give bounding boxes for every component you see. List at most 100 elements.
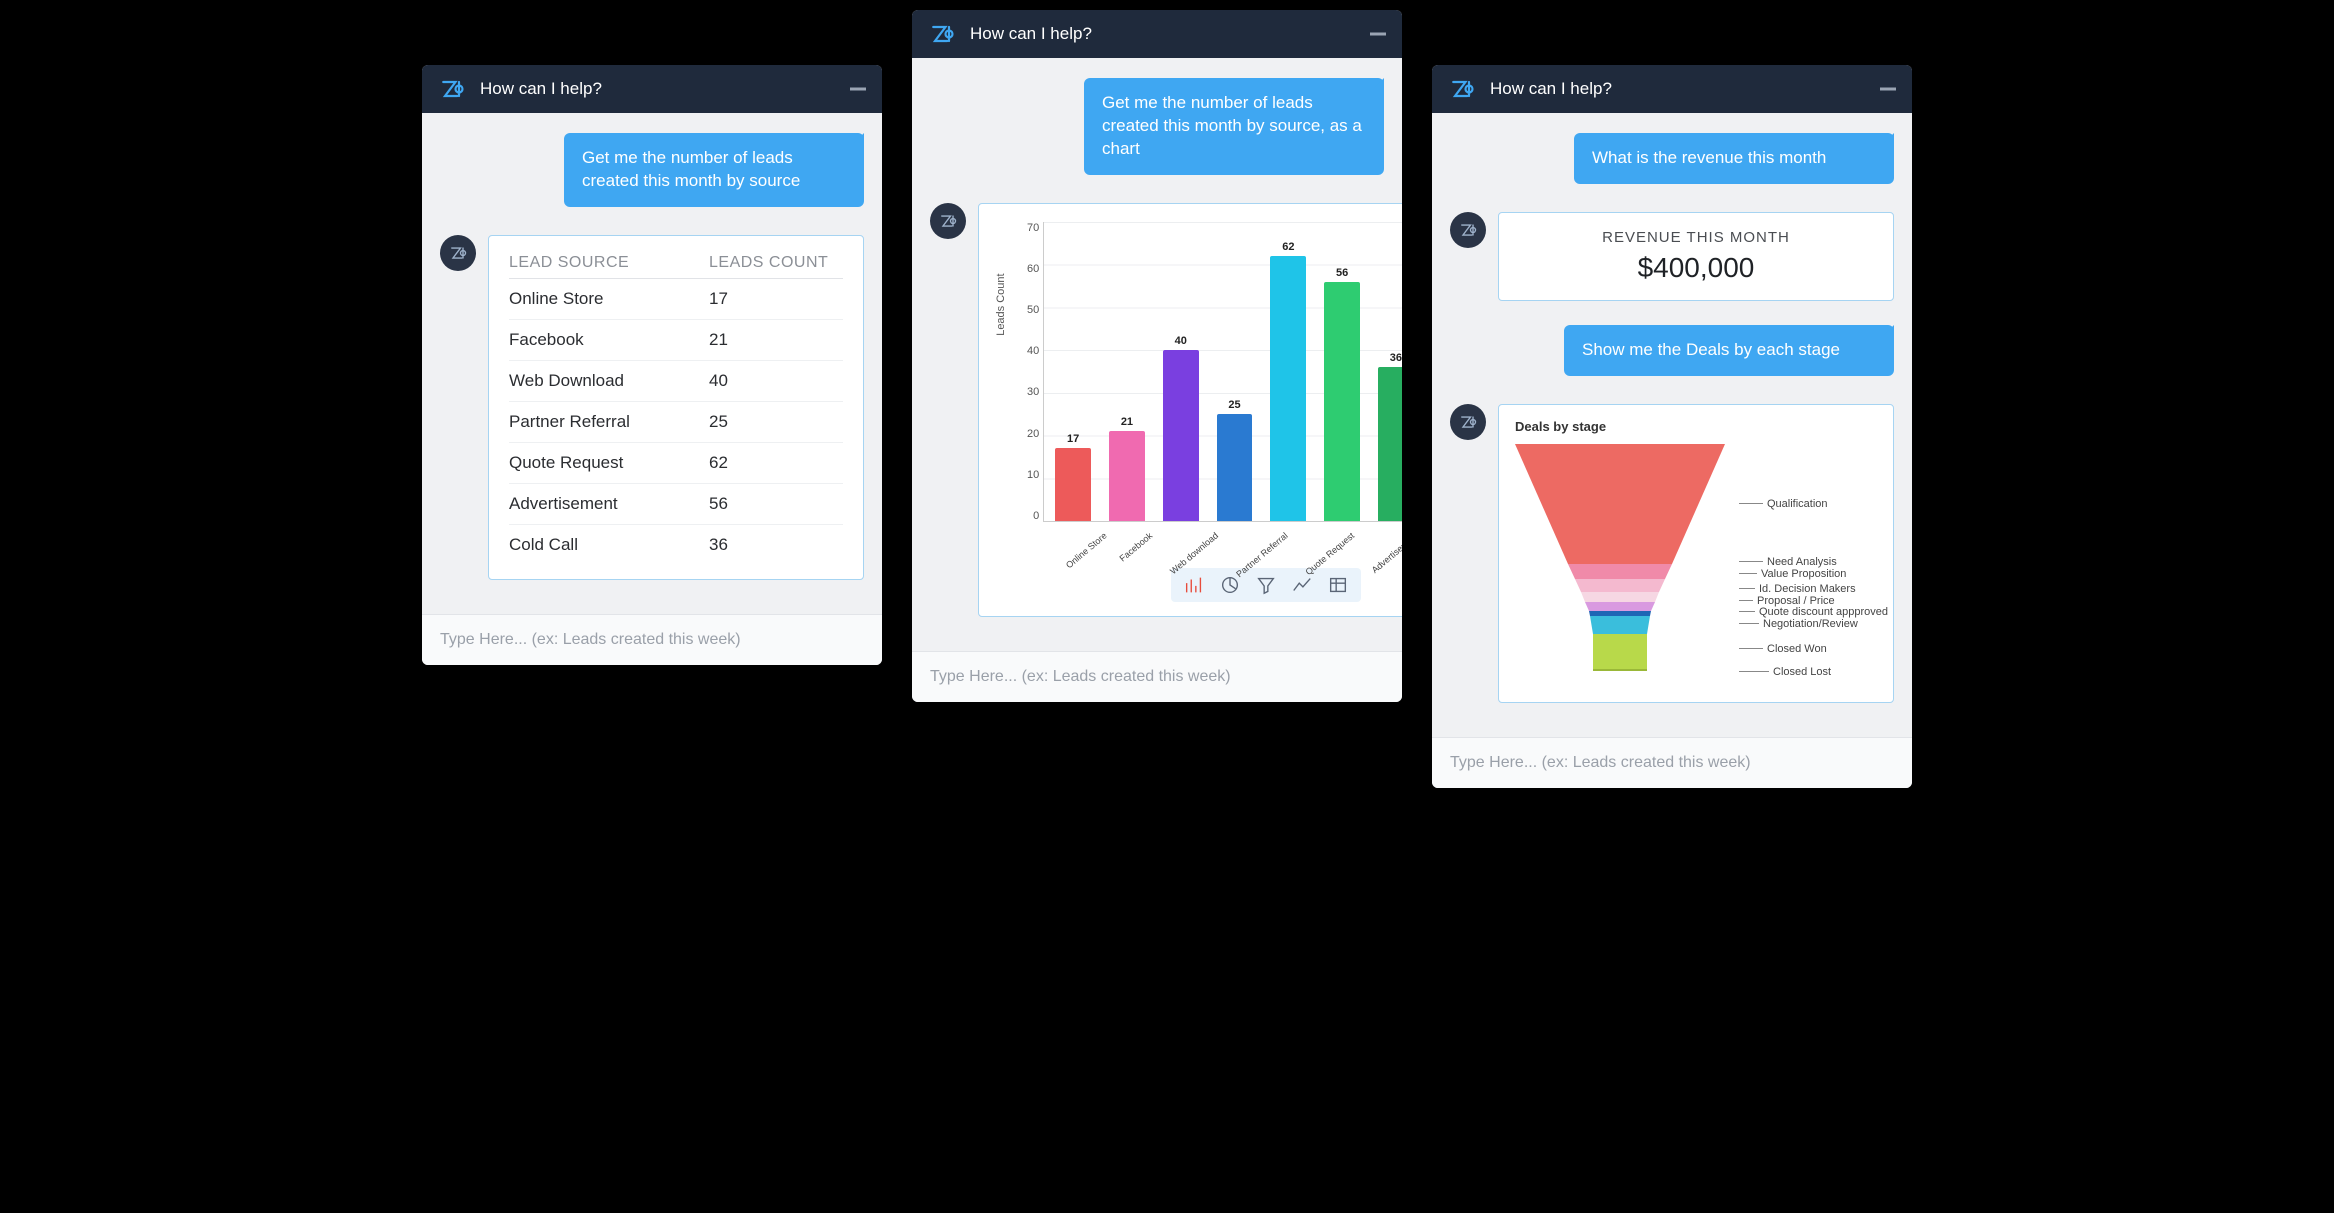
- x-tick-label: Online Store: [1060, 522, 1113, 570]
- funnel-icon[interactable]: [1255, 574, 1277, 596]
- cell-count: 56: [709, 483, 843, 524]
- zia-logo-icon: [928, 20, 956, 48]
- bot-response-row: Leads Count 706050403020100 172140256256…: [930, 203, 1384, 617]
- panel-title: How can I help?: [970, 24, 1092, 44]
- bar-column: 25: [1210, 222, 1260, 521]
- funnel-legend-item: Closed Won: [1735, 643, 1827, 655]
- funnel-title: Deals by stage: [1515, 419, 1877, 434]
- funnel-legend-item: Quote discount appproved: [1735, 606, 1888, 618]
- y-tick: 70: [1027, 222, 1039, 234]
- bar: [1163, 350, 1199, 521]
- funnel-legend-item: Closed Lost: [1735, 666, 1831, 678]
- chart-type-toolbar: [1171, 568, 1361, 602]
- chat-input[interactable]: [930, 668, 1384, 686]
- bar-column: 21: [1102, 222, 1152, 521]
- chat-body: Get me the number of leads created this …: [912, 58, 1402, 651]
- cell-source: Web Download: [509, 360, 709, 401]
- funnel-legend-item: Qualification: [1735, 498, 1828, 510]
- zia-logo-icon: [438, 75, 466, 103]
- table-row: Cold Call36: [509, 524, 843, 565]
- chat-body: What is the revenue this month REVENUE T…: [1432, 113, 1912, 737]
- col-leads-count: LEADS COUNT: [709, 254, 843, 279]
- funnel-legend-item: Negotiation/Review: [1735, 618, 1858, 630]
- bar-chart: Leads Count 706050403020100 172140256256…: [999, 222, 1402, 538]
- bar-column: 17: [1048, 222, 1098, 521]
- chart-x-labels: Online StoreFacebookWeb downloadPartner …: [1019, 522, 1402, 538]
- bot-response-row: Deals by stage QualificationNeed Analysi…: [1450, 404, 1894, 703]
- col-lead-source: LEAD SOURCE: [509, 254, 709, 279]
- panel-title: How can I help?: [1490, 79, 1612, 99]
- user-message: What is the revenue this month: [1574, 133, 1894, 184]
- bar: [1270, 256, 1306, 521]
- cell-count: 17: [709, 278, 843, 319]
- cell-count: 21: [709, 319, 843, 360]
- bar: [1217, 414, 1253, 521]
- minimize-button[interactable]: [1880, 88, 1896, 91]
- titlebar: How can I help?: [912, 10, 1402, 58]
- bar: [1055, 448, 1091, 521]
- chat-panel-table: How can I help? Get me the number of lea…: [422, 65, 882, 665]
- y-tick: 50: [1027, 304, 1039, 316]
- user-message: Show me the Deals by each stage: [1564, 325, 1894, 376]
- y-tick: 30: [1027, 386, 1039, 398]
- titlebar: How can I help?: [1432, 65, 1912, 113]
- bar-value-label: 21: [1121, 416, 1133, 428]
- bot-avatar-icon: [440, 235, 476, 271]
- y-tick: 0: [1027, 510, 1039, 522]
- bar-column: 56: [1317, 222, 1367, 521]
- bar-column: 36: [1371, 222, 1402, 521]
- bot-avatar-icon: [1450, 404, 1486, 440]
- table-row: Advertisement56: [509, 483, 843, 524]
- panel-title: How can I help?: [480, 79, 602, 99]
- cell-source: Quote Request: [509, 442, 709, 483]
- bot-response-row: REVENUE THIS MONTH $400,000: [1450, 212, 1894, 301]
- table-icon[interactable]: [1327, 574, 1349, 596]
- user-message: Get me the number of leads created this …: [564, 133, 864, 207]
- bar: [1109, 431, 1145, 521]
- bot-avatar-icon: [930, 203, 966, 239]
- minimize-button[interactable]: [1370, 33, 1386, 36]
- cell-source: Partner Referral: [509, 401, 709, 442]
- chart-card: Leads Count 706050403020100 172140256256…: [978, 203, 1402, 617]
- bar-value-label: 17: [1067, 433, 1079, 445]
- pie-chart-icon[interactable]: [1219, 574, 1241, 596]
- revenue-card: REVENUE THIS MONTH $400,000: [1498, 212, 1894, 301]
- titlebar: How can I help?: [422, 65, 882, 113]
- table-row: Web Download40: [509, 360, 843, 401]
- table-row: Quote Request62: [509, 442, 843, 483]
- revenue-title: REVENUE THIS MONTH: [1509, 229, 1883, 246]
- revenue-value: $400,000: [1509, 252, 1883, 284]
- minimize-button[interactable]: [850, 88, 866, 91]
- bar-column: 40: [1156, 222, 1206, 521]
- user-message: Get me the number of leads created this …: [1084, 78, 1384, 175]
- table-row: Online Store17: [509, 278, 843, 319]
- chat-input[interactable]: [440, 631, 864, 649]
- leads-table: LEAD SOURCE LEADS COUNT Online Store17Fa…: [509, 254, 843, 565]
- bar-chart-icon[interactable]: [1183, 574, 1205, 596]
- chart-y-axis-label: Leads Count: [995, 274, 1007, 336]
- x-tick-label: Advertisement: [1365, 522, 1402, 575]
- cell-count: 25: [709, 401, 843, 442]
- funnel-chart: [1515, 444, 1725, 684]
- bar: [1378, 367, 1402, 521]
- bar-value-label: 36: [1390, 352, 1402, 364]
- table-row: Partner Referral25: [509, 401, 843, 442]
- chat-input-bar: [912, 651, 1402, 702]
- bot-response-row: LEAD SOURCE LEADS COUNT Online Store17Fa…: [440, 235, 864, 580]
- chat-input[interactable]: [1450, 754, 1894, 772]
- chat-input-bar: [422, 614, 882, 665]
- cell-source: Advertisement: [509, 483, 709, 524]
- table-card: LEAD SOURCE LEADS COUNT Online Store17Fa…: [488, 235, 864, 580]
- table-row: Facebook21: [509, 319, 843, 360]
- cell-source: Cold Call: [509, 524, 709, 565]
- funnel-card: Deals by stage QualificationNeed Analysi…: [1498, 404, 1894, 703]
- bar-column: 62: [1263, 222, 1313, 521]
- cell-source: Online Store: [509, 278, 709, 319]
- y-tick: 10: [1027, 469, 1039, 481]
- cell-source: Facebook: [509, 319, 709, 360]
- bar-value-label: 40: [1175, 335, 1187, 347]
- cell-count: 36: [709, 524, 843, 565]
- chart-plot-area: 172140256256362040: [1043, 222, 1402, 522]
- funnel-legend-item: Id. Decision Makers: [1735, 583, 1856, 595]
- cell-count: 40: [709, 360, 843, 401]
